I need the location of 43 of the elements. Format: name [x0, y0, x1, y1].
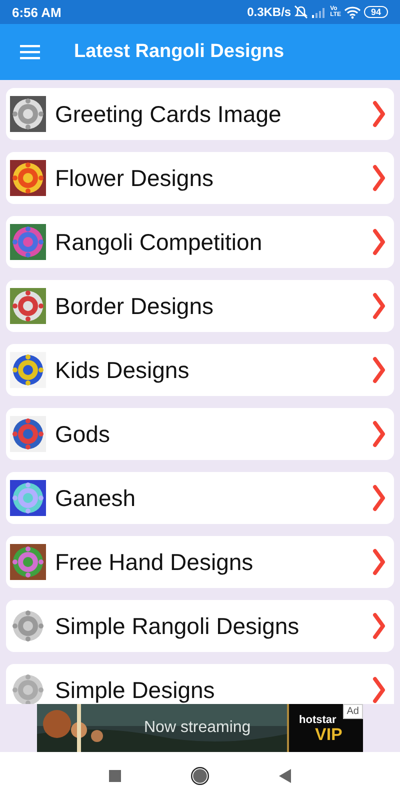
- menu-icon[interactable]: [20, 44, 40, 60]
- muted-bell-icon: [294, 5, 308, 19]
- category-item[interactable]: Flower Designs: [6, 152, 394, 204]
- category-label: Greeting Cards Image: [55, 100, 282, 128]
- chevron-right-icon: [372, 292, 386, 320]
- ad-brand-label: hotstar: [299, 714, 336, 726]
- category-item[interactable]: Simple Rangoli Designs: [6, 600, 394, 652]
- category-label: Gods: [55, 420, 111, 448]
- ad-badge[interactable]: Ad: [342, 704, 363, 719]
- clock-time: 6:56 AM: [12, 4, 62, 20]
- chevron-right-icon: [372, 420, 386, 448]
- category-item[interactable]: Kids Designs: [6, 344, 394, 396]
- back-icon[interactable]: [279, 769, 291, 783]
- category-item[interactable]: Free Hand Designs: [6, 536, 394, 588]
- ad-headline: Now streaming: [144, 719, 251, 737]
- chevron-right-icon: [372, 228, 386, 256]
- category-item[interactable]: Ganesh: [6, 472, 394, 524]
- wifi-icon: [344, 6, 361, 18]
- chevron-right-icon: [372, 676, 386, 704]
- category-label: Free Hand Designs: [55, 548, 254, 576]
- category-label: Simple Rangoli Designs: [55, 612, 300, 640]
- category-label: Simple Designs: [55, 676, 216, 704]
- category-item[interactable]: Gods: [6, 408, 394, 460]
- home-icon[interactable]: [191, 767, 209, 785]
- chevron-right-icon: [372, 164, 386, 192]
- network-speed: 0.3KB/s: [247, 5, 292, 19]
- ad-tier-label: VIP: [315, 725, 342, 745]
- category-item[interactable]: Greeting Cards Image: [6, 88, 394, 140]
- category-label: Kids Designs: [55, 356, 190, 384]
- chevron-right-icon: [372, 100, 386, 128]
- signal-icon: [311, 6, 328, 18]
- category-label: Ganesh: [55, 484, 137, 512]
- app-title: Latest Rangoli Designs: [74, 41, 284, 63]
- chevron-right-icon: [372, 548, 386, 576]
- category-label: Rangoli Competition: [55, 228, 264, 256]
- chevron-right-icon: [372, 356, 386, 384]
- battery-level: 94: [364, 6, 388, 18]
- chevron-right-icon: [372, 612, 386, 640]
- category-item[interactable]: Rangoli Competition: [6, 216, 394, 268]
- category-label: Border Designs: [55, 292, 215, 320]
- category-label: Flower Designs: [55, 164, 214, 192]
- category-item[interactable]: Border Designs: [6, 280, 394, 332]
- chevron-right-icon: [372, 484, 386, 512]
